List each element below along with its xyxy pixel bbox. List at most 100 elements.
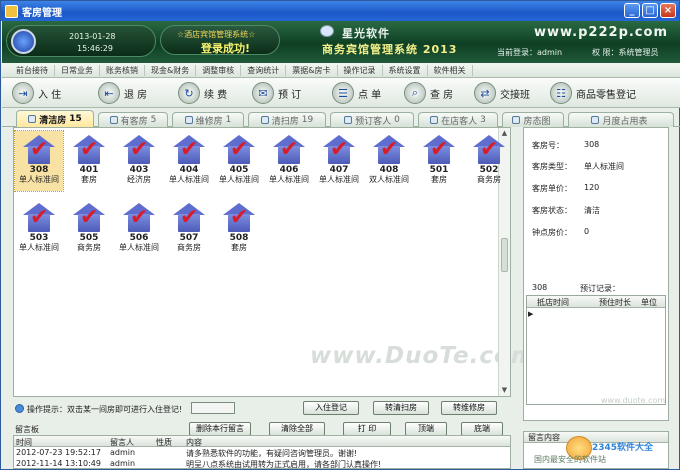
room-tile[interactable]: ✔ 308 单人标准间 [14, 130, 64, 192]
room-tile[interactable]: ✔ 404 单人标准间 [165, 131, 213, 191]
toolbar-button-label: 退 房 [124, 89, 148, 101]
toolbar: ⇥ 入 住 ⇤ 退 房 ↻ 续 费 ✉ 预 订 ☰ 点 单 ⌕ 查 房 ⇄ 交接班 ☷ 商品零售登记 [2, 78, 680, 108]
hint-input[interactable] [191, 402, 235, 414]
room-clean-icon: ✔ [273, 135, 305, 165]
tab-label: 在店客人 [441, 116, 478, 127]
menu-item[interactable]: 现金&财务 [145, 64, 197, 76]
room-tile[interactable]: ✔ 501 套房 [415, 131, 463, 191]
menu-item[interactable]: 系统设置 [383, 64, 428, 76]
hourly-price-label: 钟点房价： [532, 228, 572, 237]
tab-room-status[interactable]: 在店客人 3 [418, 112, 498, 127]
room-number: 506 [129, 233, 149, 243]
col-content: 内容 [186, 438, 202, 447]
tab-room-status[interactable]: 清扫房 19 [248, 112, 326, 127]
toolbar-button[interactable]: ⇤ 退 房 [98, 81, 147, 105]
tab-room-status[interactable]: 月度占用表 [568, 112, 674, 127]
tab-room-status[interactable]: 有客房 5 [98, 112, 168, 127]
room-number: 408 [379, 165, 399, 175]
tab-room-status[interactable]: 房态图 [502, 112, 564, 127]
order-icon: ☰ [332, 82, 354, 104]
room-clean-icon: ✔ [223, 135, 255, 165]
close-button[interactable]: × [660, 3, 676, 18]
room-tile[interactable]: ✔ 502 商务房 [465, 131, 513, 191]
toolbar-button[interactable]: ⇄ 交接班 [474, 81, 530, 105]
bottom-button[interactable]: 底端 [461, 422, 503, 436]
tab-room-status[interactable]: 维修房 1 [172, 112, 244, 127]
room-tile[interactable]: ✔ 405 单人标准间 [215, 131, 263, 191]
reservation-table-header: 抵店时间 预住时长 单位 [527, 296, 665, 308]
message-row[interactable]: 2012-11-14 13:10:49 admin 明呈八点系统由试用转为正式启… [14, 459, 510, 470]
checkout-icon: ⇤ [98, 82, 120, 104]
top-button[interactable]: 顶端 [405, 422, 447, 436]
tab-label: 清扫房 [271, 116, 299, 127]
menu-item[interactable]: 票据&房卡 [286, 64, 338, 76]
room-number: 508 [229, 233, 249, 243]
room-tile[interactable]: ✔ 505 商务房 [65, 199, 113, 259]
menu-item[interactable]: 查询统计 [241, 64, 287, 76]
delete-message-button[interactable]: 删除本行留言 [189, 422, 251, 436]
room-type: 单人标准间 [19, 175, 59, 184]
menu-item[interactable]: 日常业务 [55, 64, 100, 76]
main-window: 客房管理 _ □ × 2013-01-28 15:46:29 ☆酒店宾馆管理系统… [0, 0, 680, 470]
site-note: 国内最安全的软件站 [534, 455, 606, 464]
message-content-panel: 留言内容 2345软件大全 国内最安全的软件站 [523, 431, 669, 469]
message-table[interactable]: 时间 留言人 性质 内容 2012-07-23 19:52:17 admin 请… [13, 435, 511, 469]
room-tile[interactable]: ✔ 408 双人标准间 [365, 131, 413, 191]
toolbar-button-label: 续 费 [204, 89, 228, 101]
toolbar-button-label: 查 房 [430, 89, 454, 101]
tab-room-status[interactable]: 清洁房 15 [16, 110, 94, 127]
room-tile[interactable]: ✔ 508 套房 [215, 199, 263, 259]
menu-item[interactable]: 软件相关 [428, 64, 473, 76]
operation-hint: 操作提示：双击某一间房即可进行入住登记! [27, 405, 183, 414]
reservation-table[interactable]: 抵店时间 预住时长 单位 ▶ [526, 295, 666, 405]
room-type: 单人标准间 [119, 243, 159, 252]
app-icon [5, 4, 18, 18]
login-status: 登录成功! [201, 42, 251, 55]
tab-icon [591, 116, 600, 124]
room-type: 单人标准间 [319, 175, 359, 184]
site-logo-text: 2345软件大全 [592, 443, 654, 453]
current-role: 权 限：系统管理员 [592, 48, 659, 57]
message-row[interactable]: 2012-07-23 19:52:17 admin 请多熟悉软件的功能，有疑问咨… [14, 448, 510, 459]
toolbar-button[interactable]: ☰ 点 单 [332, 81, 381, 105]
toolbar-button[interactable]: ✉ 预 订 [252, 81, 301, 105]
tab-icon [344, 116, 353, 124]
room-tile[interactable]: ✔ 506 单人标准间 [115, 199, 163, 259]
toolbar-button[interactable]: ⌕ 查 房 [404, 81, 453, 105]
room-grid: www.DuoTe.com ▲ ▼ ✔ 308 单人标准间 ✔ 401 套房 ✔ 403 经济房… [13, 127, 535, 397]
to-repair-button[interactable]: 转维修房 [441, 401, 497, 415]
toolbar-button[interactable]: ☷ 商品零售登记 [550, 81, 636, 105]
tab-room-status[interactable]: 预订客人 0 [330, 112, 414, 127]
login-status-panel: ☆酒店宾馆管理系统☆ 登录成功! [160, 25, 280, 55]
toolbar-button[interactable]: ↻ 续 费 [178, 81, 227, 105]
maximize-button[interactable]: □ [642, 3, 658, 18]
minimize-button[interactable]: _ [624, 3, 640, 18]
menu-item[interactable]: 账务核销 [100, 64, 145, 76]
room-type: 套房 [431, 175, 447, 184]
room-tile[interactable]: ✔ 406 单人标准间 [265, 131, 313, 191]
menu-item[interactable]: 调整审核 [196, 64, 242, 76]
checkin-register-button[interactable]: 入住登记 [303, 401, 359, 415]
print-button[interactable]: 打 印 [343, 422, 391, 436]
toolbar-button[interactable]: ⇥ 入 住 [12, 81, 61, 105]
room-tile[interactable]: ✔ 503 单人标准间 [15, 199, 63, 259]
room-clean-icon: ✔ [73, 203, 105, 233]
room-tile[interactable]: ✔ 507 商务房 [165, 199, 213, 259]
message-board-toolbar: 留言板 删除本行留言 清除全部 打 印 顶端 底端 [13, 422, 511, 436]
menu-item[interactable]: 操作记录 [338, 64, 383, 76]
clear-all-button[interactable]: 清除全部 [269, 422, 325, 436]
room-number: 405 [229, 165, 249, 175]
room-clean-icon: ✔ [473, 135, 505, 165]
title-bar[interactable]: 客房管理 _ □ × [1, 1, 679, 21]
retail-icon: ☷ [550, 82, 572, 104]
room-tile[interactable]: ✔ 401 套房 [65, 131, 113, 191]
room-type: 商务房 [477, 175, 501, 184]
room-tile[interactable]: ✔ 403 经济房 [115, 131, 163, 191]
menu-item[interactable]: 前台接待 [10, 64, 55, 76]
inspect-icon: ⌕ [404, 82, 426, 104]
to-cleaning-button[interactable]: 转清扫房 [373, 401, 429, 415]
room-clean-icon: ✔ [223, 203, 255, 233]
room-clean-icon: ✔ [373, 135, 405, 165]
reservation-label: 预订记录： [580, 284, 620, 293]
room-tile[interactable]: ✔ 407 单人标准间 [315, 131, 363, 191]
